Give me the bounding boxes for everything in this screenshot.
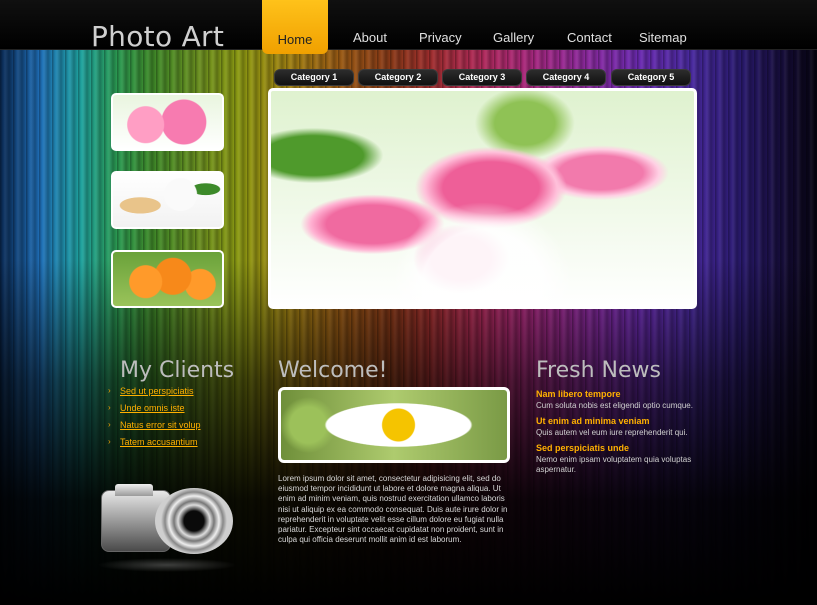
camera-shadow [97, 558, 237, 572]
featured-photo [268, 88, 697, 309]
clients-list: › Sed ut perspiciatis › Unde omnis iste › N… [108, 386, 201, 454]
nav-privacy[interactable]: Privacy [419, 30, 462, 45]
category-tab-1[interactable]: Category 1 [274, 69, 354, 86]
news-title-3[interactable]: Sed perspiciatis unde [536, 443, 696, 453]
category-tab-3[interactable]: Category 3 [442, 69, 522, 86]
welcome-text: Lorem ipsum dolor sit amet, consectetur … [278, 474, 508, 545]
bullet-icon: › [108, 386, 111, 395]
news-title-1[interactable]: Nam libero tempore [536, 389, 696, 399]
news-title-2[interactable]: Ut enim ad minima veniam [536, 416, 696, 426]
list-item: › Unde omnis iste [108, 403, 201, 414]
camera-illustration [97, 480, 237, 575]
bullet-icon: › [108, 420, 111, 429]
news-list: Nam libero tempore Cum soluta nobis est … [536, 389, 696, 480]
list-item: › Natus error sit volup [108, 420, 201, 431]
nav-sitemap[interactable]: Sitemap [639, 30, 687, 45]
list-item: › Sed ut perspiciatis [108, 386, 201, 397]
welcome-daisy-photo [278, 387, 510, 463]
nav-about[interactable]: About [353, 30, 387, 45]
client-link-1[interactable]: Sed ut perspiciatis [120, 386, 194, 396]
welcome-heading: Welcome! [278, 358, 388, 383]
clients-heading: My Clients [120, 358, 235, 383]
client-link-4[interactable]: Tatem accusantium [120, 437, 198, 447]
category-tab-5[interactable]: Category 5 [611, 69, 691, 86]
thumbnail-orange-roses[interactable] [111, 250, 224, 308]
nav-gallery[interactable]: Gallery [493, 30, 534, 45]
nav-contact[interactable]: Contact [567, 30, 612, 45]
bullet-icon: › [108, 403, 111, 412]
nav-home[interactable]: Home [262, 0, 328, 54]
camera-lens [155, 488, 233, 554]
thumbnail-perfume-flowers[interactable] [111, 171, 224, 229]
news-body-1: Cum soluta nobis est eligendi optio cumq… [536, 401, 693, 410]
site-header: Photo Art Home About Privacy Gallery Con… [0, 0, 817, 54]
camera-top [115, 484, 153, 496]
thumbnail-pink-tulips[interactable] [111, 93, 224, 151]
bullet-icon: › [108, 437, 111, 446]
news-body-3: Nemo enim ipsam voluptatem quia voluptas… [536, 455, 692, 474]
category-tab-4[interactable]: Category 4 [526, 69, 606, 86]
site-logo[interactable]: Photo Art [91, 20, 224, 53]
list-item: › Tatem accusantium [108, 437, 201, 448]
news-body-2: Quis autem vel eum iure reprehenderit qu… [536, 428, 688, 437]
news-heading: Fresh News [536, 358, 661, 383]
category-tab-2[interactable]: Category 2 [358, 69, 438, 86]
client-link-2[interactable]: Unde omnis iste [120, 403, 185, 413]
client-link-3[interactable]: Natus error sit volup [120, 420, 201, 430]
